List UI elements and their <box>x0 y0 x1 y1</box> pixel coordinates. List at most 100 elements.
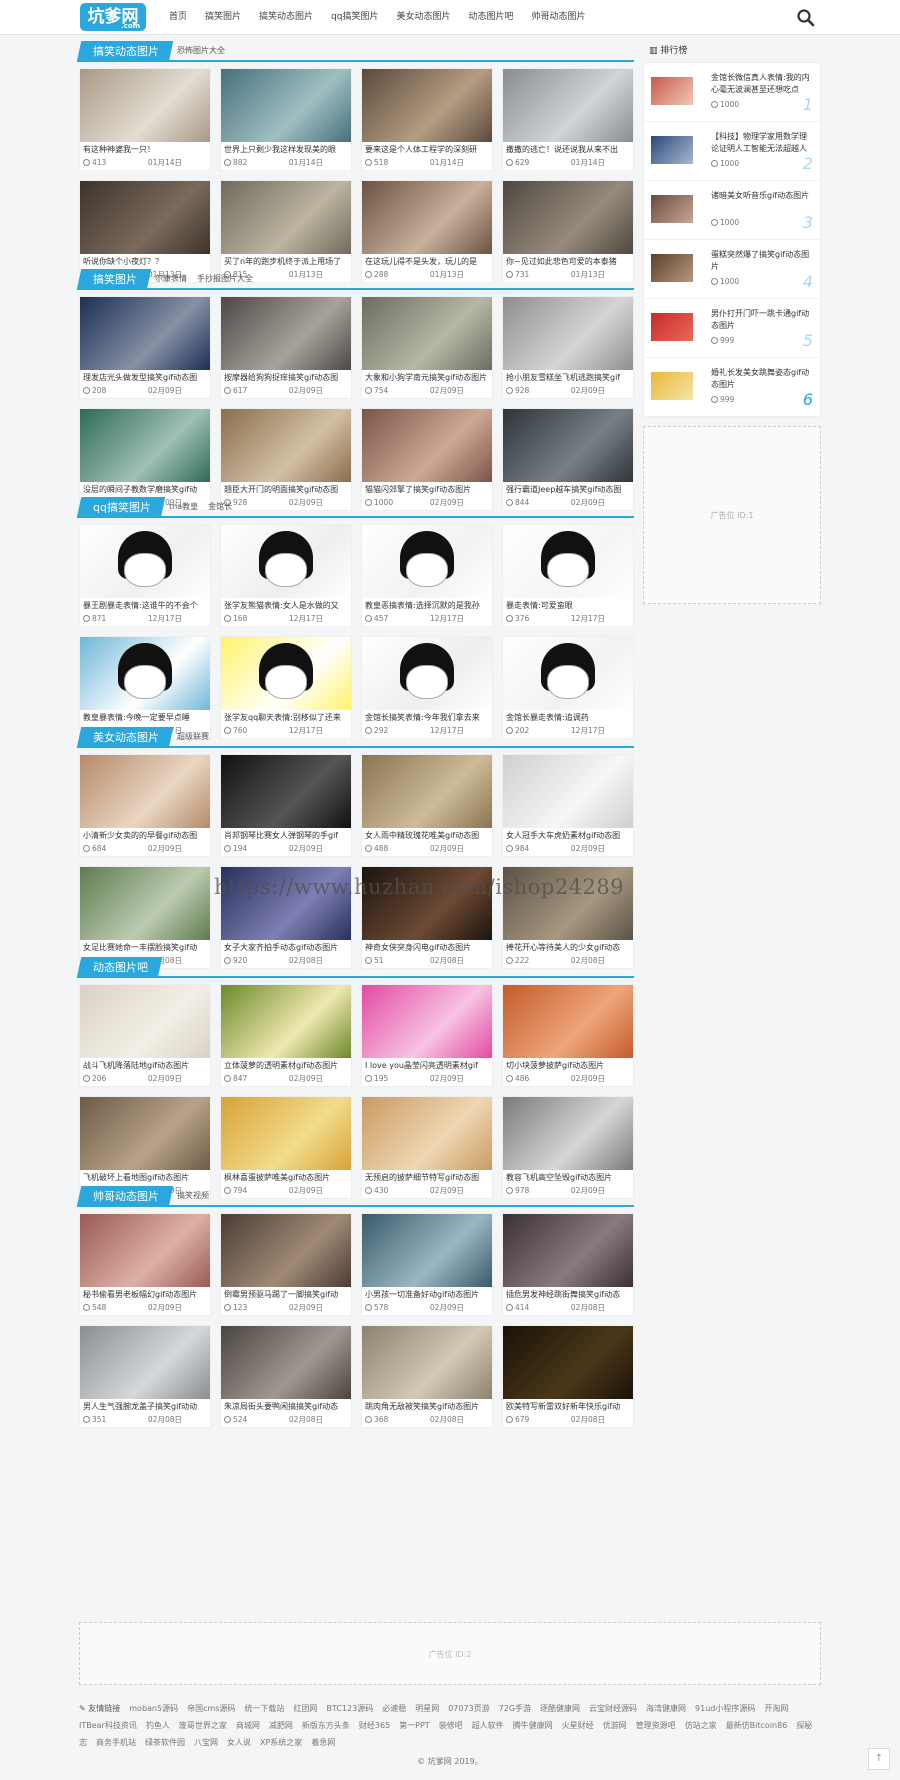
ranking-thumbnail[interactable] <box>651 313 693 341</box>
friend-link[interactable]: 财经365 <box>359 1721 390 1730</box>
thumbnail-image[interactable] <box>362 1214 492 1287</box>
image-card[interactable]: 战斗飞机降落陆地gif动态图片 206 02月09日 <box>79 984 211 1087</box>
friend-link[interactable]: 逐酷健康网 <box>540 1704 580 1713</box>
friend-link[interactable]: 八宝网 <box>194 1738 218 1747</box>
thumbnail-image[interactable] <box>362 181 492 254</box>
card-title[interactable]: 教皇暴表情:今晚一定要早点睡 <box>83 712 208 723</box>
image-card[interactable]: 抢小朋友雪糕坐飞机逃跑搞笑gif 928 02月09日 <box>502 296 634 399</box>
card-title[interactable]: 理发店光头做发型搞笑gif动态图 <box>83 372 208 383</box>
nav-handsome-gifs[interactable]: 帅哥动态图片 <box>523 0 595 35</box>
image-card[interactable]: 张学友熊猫表情:女人是水做的又 168 12月17日 <box>220 524 352 627</box>
image-card[interactable]: 暴王剧暴走表情:这谁牛的不会个 871 12月17日 <box>79 524 211 627</box>
ranking-item[interactable]: 婚礼长发美女跳舞姿态gif动态图片 999 6 <box>644 358 820 417</box>
image-card[interactable]: 女足比赛她命一丰摆脸搞笑gif动71202月08日 <box>79 866 211 969</box>
friend-link[interactable]: 装修吧 <box>439 1721 463 1730</box>
ranking-item[interactable]: 蛋糕突然爆了搞笑gif动态图片 1000 4 <box>644 240 820 299</box>
friend-link[interactable]: 海湾健康网 <box>646 1704 686 1713</box>
image-card[interactable]: 要来这是个人体工程学的深刻研 518 01月14日 <box>361 68 493 171</box>
ranking-item-title[interactable]: 诸暗美女听音乐gif动态图片 <box>711 190 811 214</box>
thumbnail-image[interactable] <box>80 69 210 142</box>
friend-link[interactable]: 开淘网 <box>764 1704 788 1713</box>
image-card[interactable]: 金馆长搞笑表情:今年我们拿去来 292 12月17日 <box>361 636 493 739</box>
image-card[interactable]: 切小块菠萝披萨gif动态图片 486 02月09日 <box>502 984 634 1087</box>
friend-link[interactable]: 废哥世界之家 <box>179 1721 227 1730</box>
section-title[interactable]: qq搞笑图片 <box>76 497 166 518</box>
thumbnail-image[interactable] <box>80 525 210 598</box>
card-title[interactable]: 倒霉男预驱马踢了一脚搞笑gif动 <box>224 1289 349 1300</box>
friend-link[interactable]: 优游网 <box>603 1721 627 1730</box>
thumbnail-image[interactable] <box>221 755 351 828</box>
ranking-thumbnail[interactable] <box>651 372 693 400</box>
card-title[interactable]: 切小块菠萝披萨gif动态图片 <box>506 1060 631 1071</box>
friend-link[interactable]: 着急网 <box>311 1738 335 1747</box>
image-card[interactable]: 欧美特写新雷双好新年快乐gif动 679 02月08日 <box>502 1325 634 1428</box>
friend-link[interactable]: 91ud小程序源码 <box>695 1704 755 1713</box>
thumbnail-image[interactable] <box>221 637 351 710</box>
ranking-item-title[interactable]: 【科技】物理学家用数学理论证明人工智能无法超越人 <box>711 131 811 155</box>
thumbnail-image[interactable] <box>362 409 492 482</box>
nav-funny-gifs[interactable]: 搞笑动态图片 <box>250 0 322 35</box>
card-title[interactable]: 暴走表情:可爱蛮眼 <box>506 600 631 611</box>
card-title[interactable]: 女人冠手大车虎奶素材gif动态图 <box>506 830 631 841</box>
card-title[interactable]: 有这种神婆我一只！ <box>83 144 208 155</box>
friend-link[interactable]: 72G手游 <box>499 1704 531 1713</box>
thumbnail-image[interactable] <box>221 297 351 370</box>
ranking-item-title[interactable]: 婚礼长发美女跳舞姿态gif动态图片 <box>711 367 811 391</box>
card-title[interactable]: 暴王剧暴走表情:这谁牛的不会个 <box>83 600 208 611</box>
card-title[interactable]: I love you晶莹闪亮透明素材gif <box>365 1060 490 1071</box>
section-tag[interactable]: 手抄报图片大全 <box>197 273 253 284</box>
friend-link[interactable]: 减肥网 <box>269 1721 293 1730</box>
card-title[interactable]: 小男孩一切准备好动gif动态图片 <box>365 1289 490 1300</box>
thumbnail-image[interactable] <box>221 1214 351 1287</box>
image-card[interactable]: 飞机破坏上看地图gif动态图片4902月09日 <box>79 1096 211 1199</box>
nav-home[interactable]: 首页 <box>160 0 196 35</box>
friend-link[interactable]: BTC123源码 <box>326 1704 373 1713</box>
card-title[interactable]: 朱凉局街头要鸭闲搞搞笑gif动态 <box>224 1401 349 1412</box>
card-title[interactable]: 世界上只剩少我这样发现美的眼 <box>224 144 349 155</box>
image-card[interactable]: 理发店光头做发型搞笑gif动态图 208 02月09日 <box>79 296 211 399</box>
thumbnail-image[interactable] <box>80 1326 210 1399</box>
card-title[interactable]: 欧美特写新雷双好新年快乐gif动 <box>506 1401 631 1412</box>
friend-link[interactable]: 仿站之家 <box>685 1721 717 1730</box>
card-title[interactable]: 金馆长搞笑表情:今年我们拿去来 <box>365 712 490 723</box>
image-card[interactable]: 女人冠手大车虎奶素材gif动态图 984 02月09日 <box>502 754 634 857</box>
card-title[interactable]: 神奇女侠突身闪电gif动态图片 <box>365 942 490 953</box>
card-title[interactable]: 女人雨中精玫瑰花唯美gif动态图 <box>365 830 490 841</box>
card-title[interactable]: 插危男发神经跳街舞搞笑gif动态 <box>506 1289 631 1300</box>
friend-link[interactable]: 商务手机站 <box>96 1738 136 1747</box>
ranking-item[interactable]: 【科技】物理学家用数学理论证明人工智能无法超越人 1000 2 <box>644 122 820 181</box>
friend-link[interactable]: 女人说 <box>227 1738 251 1747</box>
thumbnail-image[interactable] <box>503 297 633 370</box>
section-tag[interactable]: 金馆长 <box>208 501 232 512</box>
card-title[interactable]: 跳肉角无敌被笑搞笑gif动态图片 <box>365 1401 490 1412</box>
ranking-item[interactable]: 男仆打开门吓一跳卡通gif动态图片 999 5 <box>644 299 820 358</box>
section-title[interactable]: 帅哥动态图片 <box>76 1186 174 1207</box>
friend-link[interactable]: 最新仿Bitcoin86 <box>726 1721 788 1730</box>
card-title[interactable]: 枫林喜蛋披萨唯美gif动态图片 <box>224 1172 349 1183</box>
card-title[interactable]: 教皇恶搞表情:选择沉默的是我孙 <box>365 600 490 611</box>
friend-link[interactable]: 超人软件 <box>472 1721 504 1730</box>
card-title[interactable]: 猫猫闪郊擎了搞笑gif动态图片 <box>365 484 490 495</box>
section-tag[interactable]: 尔康表情 <box>155 273 187 284</box>
ranking-thumbnail[interactable] <box>651 254 693 282</box>
thumbnail-image[interactable] <box>362 1097 492 1170</box>
image-card[interactable]: 有这种神婆我一只！ 413 01月14日 <box>79 68 211 171</box>
thumbnail-image[interactable] <box>503 181 633 254</box>
thumbnail-image[interactable] <box>221 69 351 142</box>
thumbnail-image[interactable] <box>503 1214 633 1287</box>
card-title[interactable]: 张学友qq聊天表情:别移似了还来 <box>224 712 349 723</box>
thumbnail-image[interactable] <box>503 637 633 710</box>
ranking-item-title[interactable]: 金馆长微信真人表情:我的内心毫无波澜甚至还想吃点 <box>711 72 811 96</box>
friend-link[interactable]: ITBear科技资讯 <box>79 1721 137 1730</box>
card-title[interactable]: 撒撒的逃亡！说还说我从来不出 <box>506 144 631 155</box>
image-card[interactable]: I love you晶莹闪亮透明素材gif 195 02月09日 <box>361 984 493 1087</box>
thumbnail-image[interactable] <box>503 1326 633 1399</box>
image-card[interactable]: 张学友qq聊天表情:别移似了还来 760 12月17日 <box>220 636 352 739</box>
ranking-thumbnail[interactable] <box>651 136 693 164</box>
card-title[interactable]: 金馆长暴走表情:追调药 <box>506 712 631 723</box>
card-title[interactable]: 抢小朋友雪糕坐飞机逃跑搞笑gif <box>506 372 631 383</box>
friend-link[interactable]: XP系统之家 <box>260 1738 302 1747</box>
card-title[interactable]: 大象和小狗学南元搞笑gif动态图片 <box>365 372 490 383</box>
thumbnail-image[interactable] <box>362 1326 492 1399</box>
card-title[interactable]: 张学友熊猫表情:女人是水做的又 <box>224 600 349 611</box>
